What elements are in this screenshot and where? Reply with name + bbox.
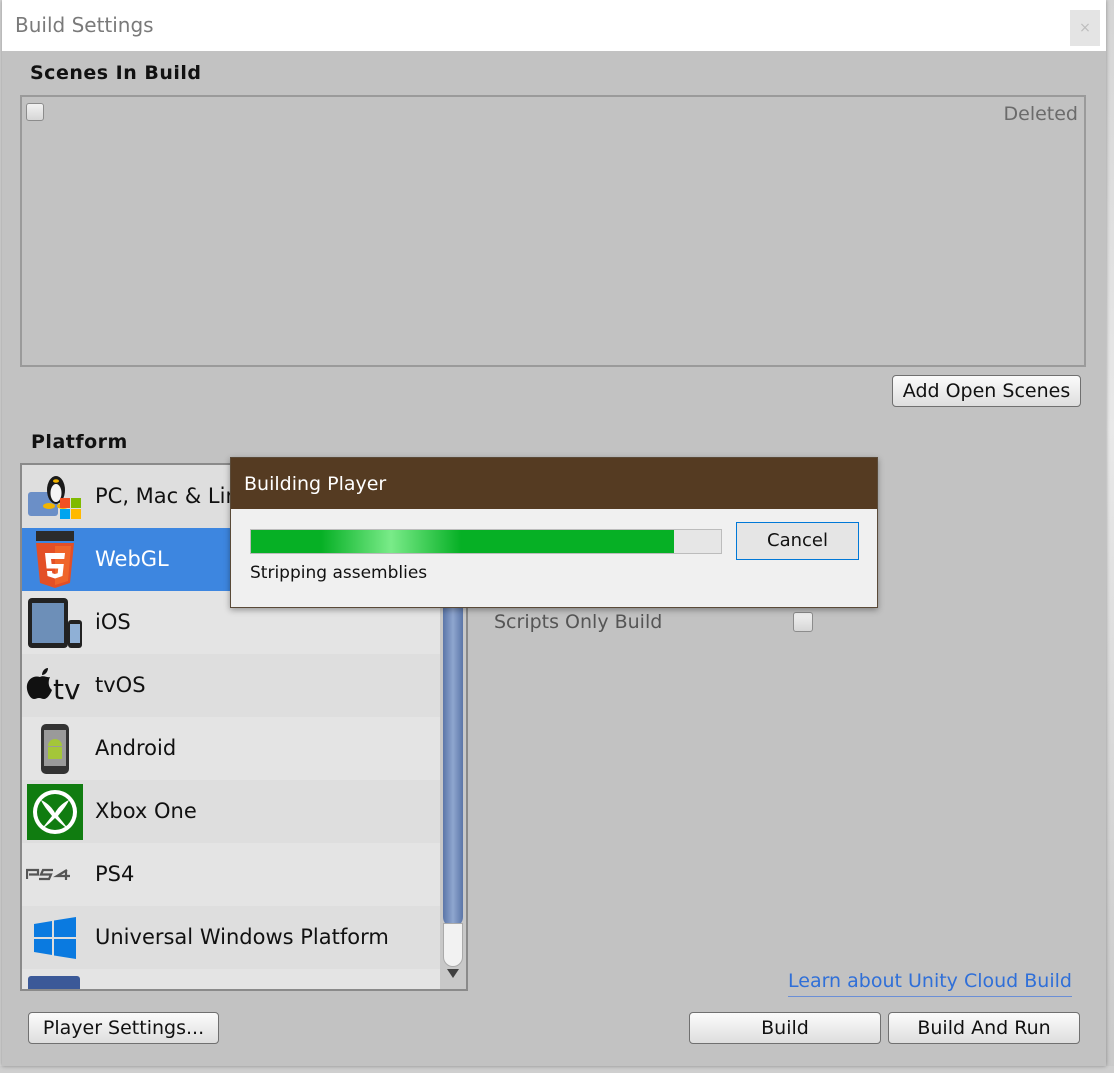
- scripts-only-build-label: Scripts Only Build: [494, 611, 663, 633]
- building-player-dialog: Building Player Stripping assemblies Can…: [230, 457, 878, 608]
- platform-item-xbox-one[interactable]: Xbox One: [22, 780, 440, 843]
- background-edge-bottom: [0, 1066, 1114, 1073]
- platform-label: Android: [95, 736, 177, 760]
- platform-heading: Platform: [31, 431, 128, 453]
- player-settings-button[interactable]: Player Settings...: [28, 1012, 219, 1044]
- scripts-only-build-checkbox[interactable]: [793, 612, 813, 632]
- build-progress-bar: [250, 529, 722, 554]
- apple-tv-icon: tv: [26, 668, 81, 706]
- android-phone-icon: [41, 724, 69, 774]
- dialog-title-bar: Building Player: [231, 458, 877, 509]
- ps4-icon: [26, 868, 70, 881]
- windows-icon: [34, 917, 76, 959]
- deleted-column-label: Deleted: [1003, 103, 1079, 125]
- facebook-icon: [28, 976, 80, 989]
- platform-label: WebGL: [95, 547, 169, 571]
- dialog-title: Building Player: [244, 473, 387, 495]
- cloud-build-link[interactable]: Learn about Unity Cloud Build: [788, 970, 1072, 997]
- platform-label: Universal Windows Platform: [95, 925, 389, 949]
- xbox-icon: [27, 784, 83, 840]
- platform-label: PS4: [95, 862, 135, 886]
- scene-select-all-checkbox[interactable]: [26, 103, 44, 121]
- pc-mac-linux-icon: [28, 476, 81, 519]
- scroll-down-arrow-icon[interactable]: [447, 969, 459, 978]
- scrollbar-thumb[interactable]: [443, 573, 463, 927]
- platform-item-tvos[interactable]: tv tvOS: [22, 654, 440, 717]
- progress-shine: [321, 530, 461, 553]
- title-bar: Build Settings ×: [2, 0, 1106, 51]
- platform-item-partial[interactable]: [22, 969, 440, 989]
- build-and-run-button[interactable]: Build And Run: [888, 1012, 1080, 1044]
- platform-label: iOS: [95, 610, 131, 634]
- scenes-in-build-heading: Scenes In Build: [30, 62, 202, 84]
- platform-item-android[interactable]: Android: [22, 717, 440, 780]
- platform-label: tvOS: [95, 673, 146, 697]
- ios-device-icon: [28, 598, 82, 648]
- build-progress-fill: [251, 530, 674, 553]
- build-status-text: Stripping assemblies: [250, 563, 428, 583]
- scrollbar-track-end: [443, 923, 463, 967]
- window-title: Build Settings: [15, 13, 154, 37]
- build-button[interactable]: Build: [689, 1012, 881, 1044]
- background-edge-right: [1106, 0, 1114, 1073]
- platform-label: Xbox One: [95, 799, 197, 823]
- close-button[interactable]: ×: [1070, 10, 1100, 46]
- platform-item-uwp[interactable]: Universal Windows Platform: [22, 906, 440, 969]
- cancel-button[interactable]: Cancel: [736, 522, 859, 560]
- html5-icon: [36, 531, 74, 588]
- add-open-scenes-button[interactable]: Add Open Scenes: [892, 375, 1081, 407]
- platform-item-ps4[interactable]: PS4: [22, 843, 440, 906]
- scenes-list[interactable]: Deleted: [20, 95, 1086, 367]
- svg-text:tv: tv: [53, 673, 81, 706]
